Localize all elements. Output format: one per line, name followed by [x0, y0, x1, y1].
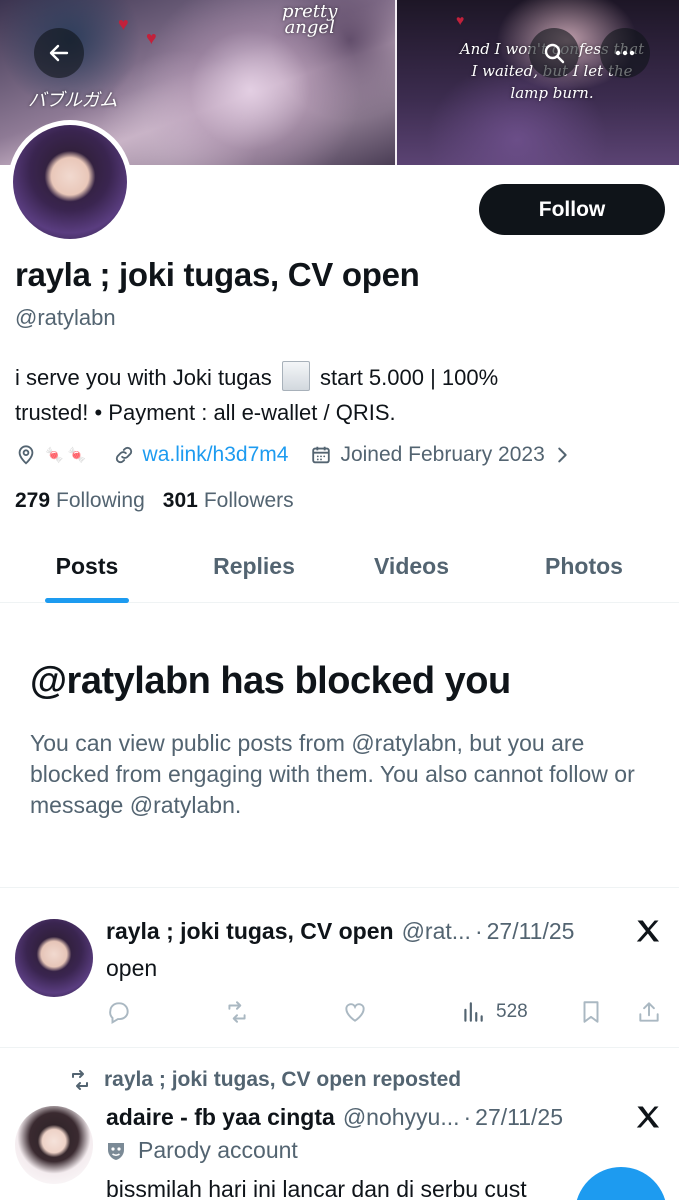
views-button[interactable]: 528 [460, 996, 528, 1028]
profile-tabs: Posts Replies Videos Photos [0, 530, 679, 603]
repost-button[interactable] [224, 996, 250, 1028]
follow-button[interactable]: Follow [479, 184, 665, 235]
repost-icon [72, 1070, 88, 1090]
location-pin-icon [18, 445, 34, 465]
x-logo-icon[interactable] [634, 1103, 662, 1131]
tab-videos[interactable]: Videos [334, 530, 489, 603]
parody-label: Parody account [106, 1137, 298, 1164]
post-dot-separator: · [474, 918, 483, 944]
profile-location: 🍬 🍬 [15, 444, 91, 466]
heart-outline-icon [345, 1003, 365, 1022]
profile-joined[interactable]: Joined February 2023 [310, 443, 572, 467]
post-dot-separator: · [463, 1104, 472, 1130]
more-dots-icon [615, 50, 635, 56]
x-logo-icon[interactable] [634, 917, 662, 945]
reply-button[interactable] [106, 996, 132, 1028]
post-author-name[interactable]: rayla ; joki tugas, CV open [106, 918, 394, 945]
bookmark-button[interactable] [578, 996, 604, 1028]
search-button[interactable] [529, 28, 579, 78]
views-count: 528 [496, 1001, 528, 1022]
post-text: bissmilah hari ini lancar dan di serbu c… [106, 1176, 527, 1200]
bio-text: trusted! • Payment : all e-wallet / QRIS… [15, 400, 396, 425]
banner-text-jp: バブルガム [28, 90, 118, 111]
tab-photos[interactable]: Photos [489, 530, 679, 603]
search-icon [544, 43, 565, 64]
following-link[interactable]: 279 Following [15, 489, 145, 513]
joined-text: Joined February 2023 [340, 443, 545, 466]
post-avatar[interactable] [15, 919, 93, 997]
chevron-right-icon [558, 447, 567, 463]
profile-avatar[interactable] [8, 120, 132, 244]
tab-label: Replies [213, 553, 295, 579]
post-header: rayla ; joki tugas, CV open @rat... · 27… [106, 918, 574, 945]
divider [0, 1047, 679, 1048]
blocked-body: You can view public posts from @ratylabn… [30, 730, 635, 818]
heart-icon: ♥ [146, 28, 157, 48]
followers-link[interactable]: 301 Followers [163, 489, 294, 513]
repost-indicator[interactable]: rayla ; joki tugas, CV open reposted [68, 1068, 461, 1092]
tab-label: Videos [374, 553, 449, 579]
tab-active-indicator [45, 598, 129, 603]
tab-posts[interactable]: Posts [0, 530, 174, 603]
divider [0, 887, 679, 888]
post-author-handle: @rat... [401, 918, 471, 944]
post-header: adaire - fb yaa cingta @nohyyu... · 27/1… [106, 1104, 563, 1131]
compose-post-button[interactable] [575, 1167, 667, 1200]
heart-icon: ♥ [456, 12, 465, 28]
profile-handle: @ratylabn [15, 305, 116, 330]
document-emoji-icon [281, 361, 310, 391]
profile-bio: i serve you with Joki tugas start 5.000 … [15, 360, 655, 430]
profile-display-name: rayla ; joki tugas, CV open [15, 256, 420, 293]
repost-label: rayla ; joki tugas, CV open reposted [104, 1068, 462, 1091]
like-button[interactable] [342, 996, 368, 1028]
bookmark-icon [583, 1001, 599, 1023]
blocked-title: @ratylabn has blocked you [30, 660, 511, 702]
following-label: Following [56, 489, 145, 512]
calendar-icon [312, 446, 331, 464]
following-count: 279 [15, 489, 51, 512]
followers-count: 301 [162, 489, 198, 512]
bio-text: start 5.000 | 100% [320, 365, 499, 390]
parody-mask-icon [108, 1142, 124, 1160]
post-actions: 528 [106, 996, 666, 1028]
post-author-name[interactable]: adaire - fb yaa cingta [106, 1104, 335, 1131]
parody-text: Parody account [138, 1137, 298, 1163]
reply-icon [109, 1002, 129, 1025]
tab-label: Posts [55, 553, 119, 579]
arrow-left-icon [49, 44, 69, 62]
views-chart-icon [464, 1002, 483, 1022]
more-button[interactable] [600, 28, 650, 78]
repost-icon [228, 1001, 246, 1023]
share-button[interactable] [636, 996, 662, 1028]
tab-label: Photos [545, 553, 623, 579]
profile-link[interactable]: wa.link/h3d7m4 [113, 443, 289, 467]
post-text: open [106, 955, 158, 981]
location-text: 🍬 🍬 [45, 447, 87, 464]
share-icon [639, 1002, 659, 1022]
followers-label: Followers [203, 489, 294, 512]
post-date[interactable]: 27/11/25 [487, 918, 575, 945]
link-text[interactable]: wa.link/h3d7m4 [143, 443, 289, 467]
heart-icon: ♥ [118, 14, 129, 34]
back-button[interactable] [34, 28, 84, 78]
link-icon [115, 446, 132, 464]
banner-text-angel: pretty angel [282, 1, 338, 38]
profile-meta: 🍬 🍬 wa.link/h3d7m4 Joined February 2023 [15, 440, 595, 470]
post-date[interactable]: 27/11/25 [475, 1104, 563, 1131]
bio-text: i serve you with Joki tugas [15, 365, 272, 390]
profile-stats: 279 Following 301 Followers [15, 489, 312, 513]
post-avatar[interactable] [15, 1106, 93, 1184]
tab-replies[interactable]: Replies [174, 530, 334, 603]
avatar-image [13, 125, 127, 239]
post-author-handle: @nohyyu... [342, 1104, 460, 1130]
